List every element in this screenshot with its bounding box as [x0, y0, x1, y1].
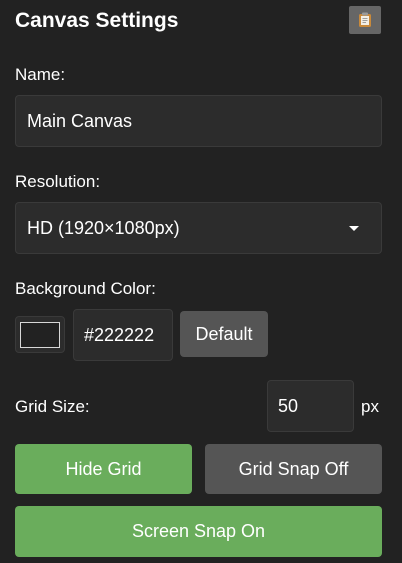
grid-size-unit: px — [361, 397, 379, 416]
background-color-label: Background Color: — [15, 279, 156, 298]
grid-size-value: 50 — [278, 395, 299, 416]
resolution-select[interactable]: HD (1920×1080px) — [15, 202, 382, 254]
color-swatch-preview — [20, 321, 60, 348]
hex-color-value: #222222 — [84, 324, 155, 345]
default-color-button[interactable]: Default — [180, 311, 268, 357]
hex-color-input[interactable]: #222222 — [73, 309, 173, 361]
name-value: Main Canvas — [27, 110, 133, 131]
clipboard-icon — [359, 12, 371, 27]
screen-snap-button[interactable]: Screen Snap On — [15, 506, 382, 557]
color-swatch-button[interactable] — [15, 316, 65, 353]
name-input[interactable]: Main Canvas — [15, 95, 382, 147]
canvas-settings-panel: Canvas Settings Name: Main Canvas Resolu… — [0, 0, 402, 563]
resolution-label: Resolution: — [15, 172, 101, 191]
grid-size-input[interactable]: 50 — [267, 380, 354, 432]
chevron-down-icon — [349, 226, 359, 231]
grid-snap-button[interactable]: Grid Snap Off — [205, 444, 382, 494]
hide-grid-button[interactable]: Hide Grid — [15, 444, 192, 494]
panel-title: Canvas Settings — [15, 9, 179, 32]
resolution-selected-value: HD (1920×1080px) — [27, 217, 180, 238]
grid-size-label: Grid Size: — [15, 397, 90, 416]
name-label: Name: — [15, 65, 66, 84]
clipboard-button[interactable] — [349, 6, 381, 34]
